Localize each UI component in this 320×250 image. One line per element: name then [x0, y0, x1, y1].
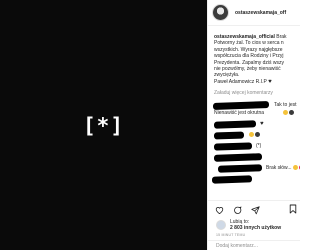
post-media[interactable]: [*]: [0, 0, 207, 250]
likes-count[interactable]: 2 803 innych użytkow: [230, 225, 281, 231]
post-timestamp[interactable]: 15 MINUT TEMU: [216, 233, 245, 237]
post-side-panel: ostaszewskamaja_off ostaszewskamaja_offi…: [207, 0, 300, 250]
comment-row: Nienawiść jest okrutna: [214, 109, 297, 117]
redaction-bar: [211, 175, 253, 184]
comment-icon[interactable]: [233, 206, 242, 215]
share-icon[interactable]: [251, 205, 260, 215]
sad-emoji-icon: [293, 165, 298, 171]
add-comment-input[interactable]: Dodaj komentarz...: [208, 240, 300, 250]
liker-avatar[interactable]: [216, 220, 226, 230]
media-logo: [*]: [83, 114, 124, 138]
comment-text: Brak słów...: [266, 165, 292, 172]
comment-text: (*): [256, 143, 262, 150]
comment-row: [213, 153, 297, 163]
caption-line: Brak: [274, 34, 287, 40]
sad-emoji-icon: [283, 110, 288, 116]
caption: ostaszewskamaja_official Brak Potworny ż…: [214, 34, 297, 85]
comment-row: ♥: [213, 120, 297, 129]
redaction-bar: [213, 131, 245, 140]
comment-row: [211, 175, 297, 184]
heart-icon: ♥: [268, 78, 272, 85]
redaction-bar: [217, 164, 263, 174]
header-username[interactable]: ostaszewskamaja_off: [235, 10, 286, 16]
redaction-bar: [213, 142, 253, 151]
comment-row: (*): [213, 142, 297, 151]
comment-row: Tak to jest: [212, 101, 297, 111]
comment-text: Nienawiść jest okrutna: [214, 110, 265, 117]
load-more-comments-link[interactable]: Załaduj więcej komentarzy: [214, 90, 297, 96]
dark-emoji-icon: [289, 110, 294, 116]
redaction-bar: [213, 153, 263, 163]
heart-icon: ♥: [260, 121, 264, 128]
comments-section: ostaszewskamaja_official Brak Potworny ż…: [208, 26, 300, 200]
caption-username[interactable]: ostaszewskamaja_official: [214, 34, 275, 40]
comment-row: Brak słów...: [214, 164, 300, 174]
dark-emoji-icon: [255, 132, 260, 138]
comment-row: [213, 131, 297, 140]
post-header: ostaszewskamaja_off: [208, 0, 300, 26]
sad-emoji-icon: [249, 132, 254, 138]
comment-text: Tak to jest: [274, 102, 297, 109]
redaction-bar: [213, 120, 257, 129]
avatar[interactable]: [212, 4, 229, 21]
caption-line: Paweł Adamowicz R.I.P: [214, 78, 267, 85]
bookmark-icon[interactable]: [289, 204, 297, 214]
like-heart-icon[interactable]: [215, 206, 224, 214]
action-bar: [208, 200, 300, 219]
likes-summary: Lubią to: 2 803 innych użytkow: [216, 219, 281, 231]
red-heart-icon: [299, 165, 300, 171]
